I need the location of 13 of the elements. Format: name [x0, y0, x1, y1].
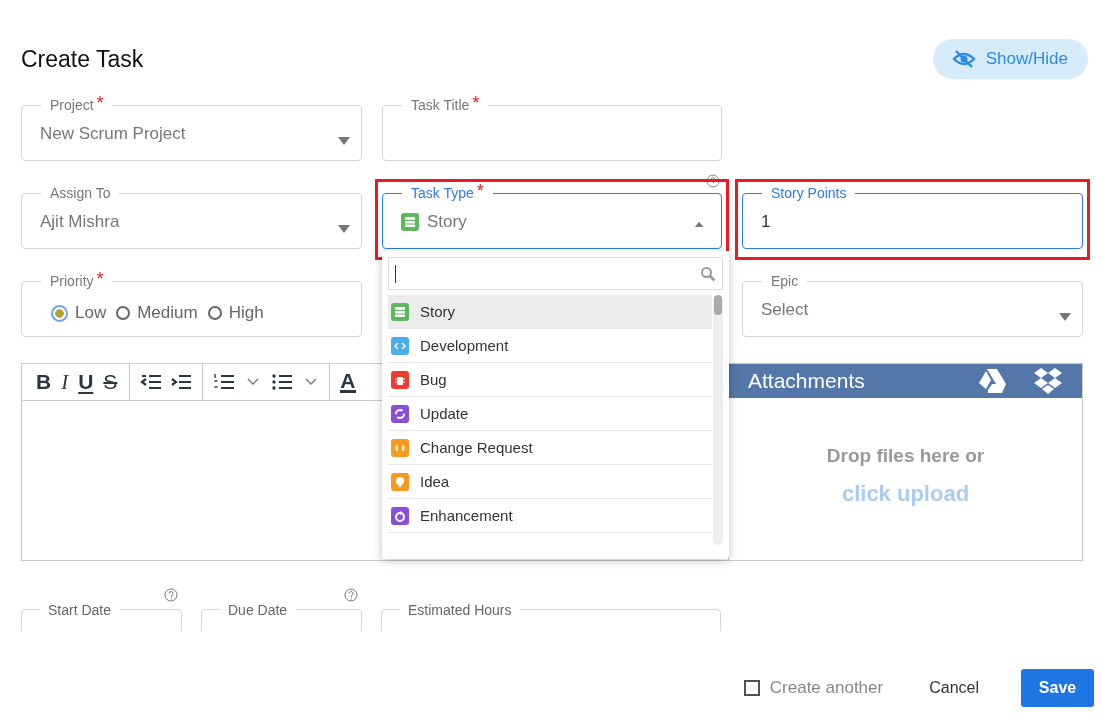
field-label: Epic — [762, 273, 808, 289]
field-label: Project * — [41, 97, 113, 113]
field-label: Task Type * — [402, 185, 493, 201]
drop-hint: Drop files here or — [826, 445, 985, 467]
attachments-title: Attachments — [748, 369, 866, 393]
dialog-title: Create Task — [21, 45, 144, 73]
field-label: Priority * — [41, 273, 113, 289]
field-label: Task Title * — [402, 97, 489, 113]
field-label: Story Points — [762, 185, 856, 201]
field-label: Estimated Hours — [399, 602, 521, 618]
field-label: Start Date — [39, 602, 121, 618]
field-label: Assign To — [41, 185, 120, 201]
field-label: Due Date — [219, 602, 297, 618]
